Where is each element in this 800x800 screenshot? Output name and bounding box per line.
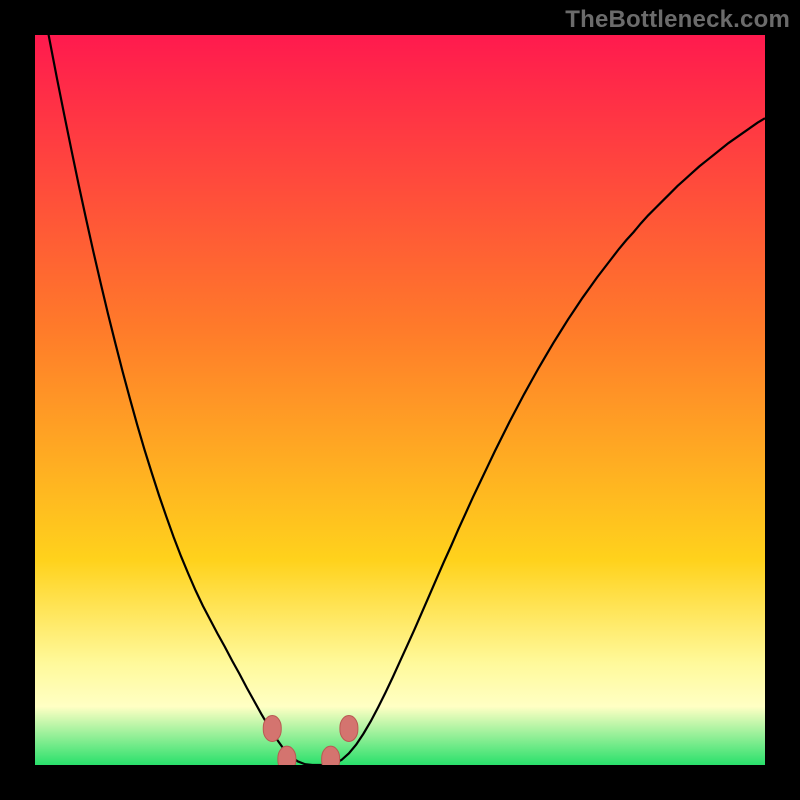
plot-area xyxy=(35,35,765,765)
curve-marker xyxy=(263,716,281,742)
watermark-text: TheBottleneck.com xyxy=(565,6,790,34)
curve-marker xyxy=(322,746,340,765)
curve-marker xyxy=(278,746,296,765)
curve-marker xyxy=(340,716,358,742)
gradient-background xyxy=(35,35,765,765)
chart-frame: TheBottleneck.com xyxy=(0,0,800,800)
bottleneck-chart xyxy=(35,35,765,765)
